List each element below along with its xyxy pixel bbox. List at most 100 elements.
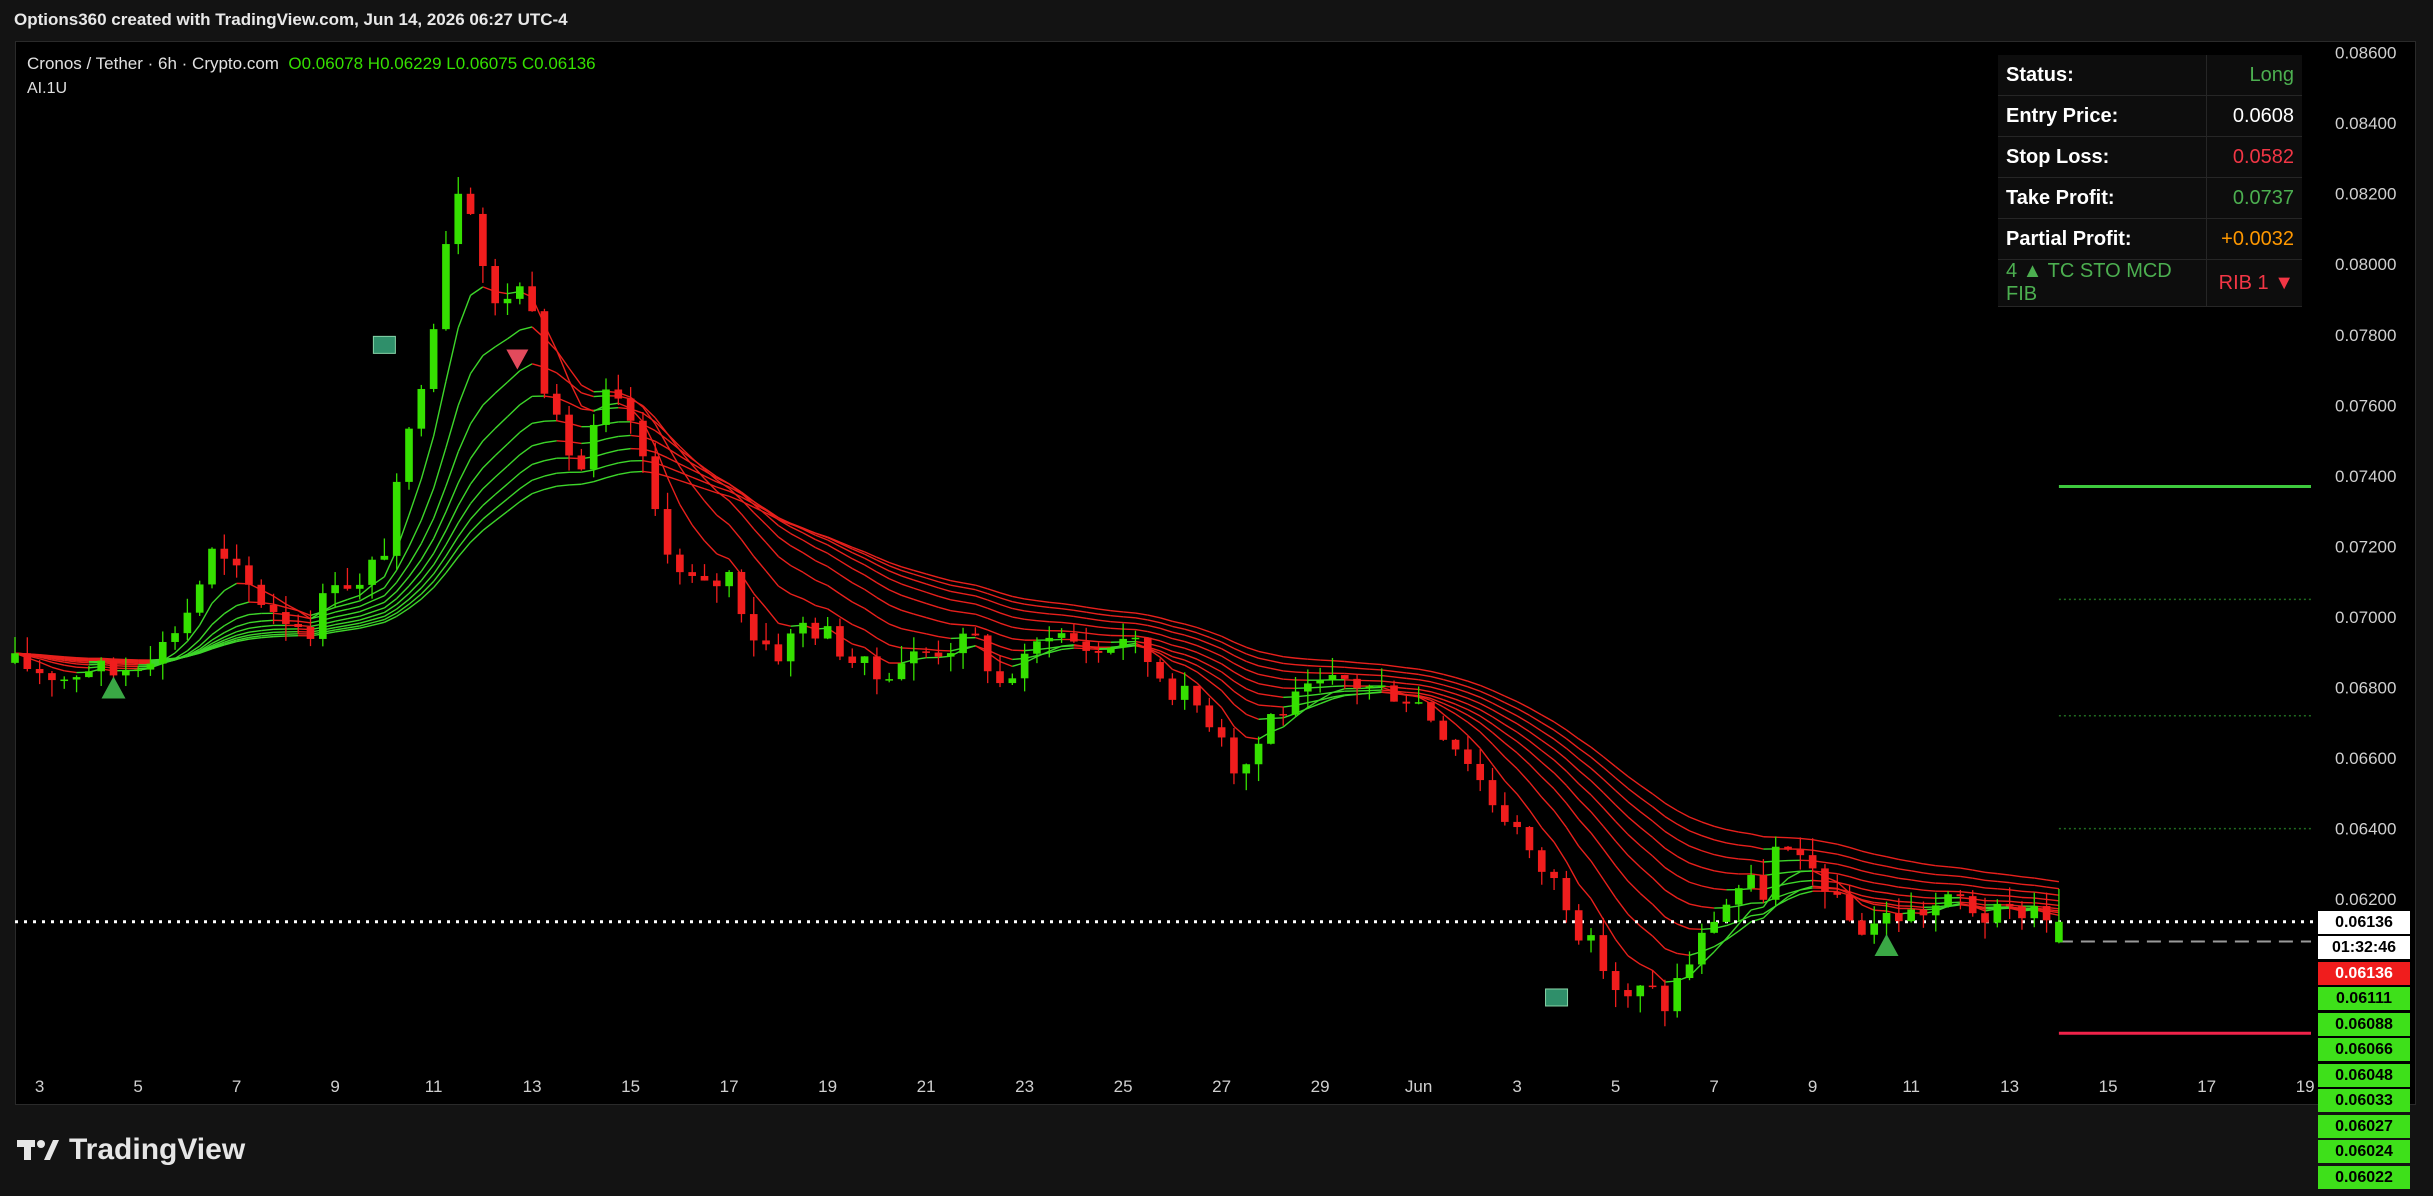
candle-body <box>1143 637 1152 663</box>
ribbon-segment <box>1491 764 1506 782</box>
candle-body <box>1107 647 1115 653</box>
ribbon-segment <box>987 599 1001 606</box>
candle-body <box>35 668 44 674</box>
candle-body <box>589 424 598 470</box>
ribbon-segment <box>999 660 1013 668</box>
ribbon-segment <box>901 628 914 633</box>
ribbon-segment <box>913 569 927 575</box>
ribbon-segment <box>371 611 385 617</box>
ribbon-segment <box>1246 713 1259 720</box>
ribbon-segment <box>1159 645 1173 653</box>
candle-body <box>1168 678 1177 700</box>
candle-body <box>454 193 463 245</box>
ribbon-segment <box>839 593 853 603</box>
ribbon-segment <box>1270 685 1284 689</box>
ribbon-segment <box>420 488 435 521</box>
ribbon-segment <box>236 622 250 628</box>
ribbon-segment <box>1208 672 1223 681</box>
ribbon-segment <box>1935 864 1949 868</box>
ribbon-segment <box>371 601 385 608</box>
ribbon-segment <box>1123 628 1136 631</box>
candle-body <box>1821 868 1829 892</box>
candle-body <box>392 481 401 556</box>
candle-body <box>1574 910 1583 941</box>
bar-countdown-tag: 01:32:46 <box>2318 936 2410 960</box>
ribbon-segment <box>1467 735 1481 749</box>
candle-body <box>11 653 19 663</box>
ribbon-segment <box>1430 691 1444 696</box>
ribbon-segment <box>1874 897 1887 901</box>
candle-body <box>355 584 364 589</box>
time-tick-label: 23 <box>1015 1077 1034 1096</box>
ribbon-segment <box>1492 732 1506 744</box>
ribbon-segment <box>1701 850 1715 856</box>
ribbon-segment <box>1012 626 1025 630</box>
ribbon-segment <box>519 326 533 331</box>
candle-body <box>1353 678 1361 689</box>
ribbon-segment <box>1874 890 1887 894</box>
ribbon-segment <box>371 595 385 602</box>
ribbon-segment <box>999 597 1013 603</box>
ribbon-segment <box>839 560 853 570</box>
ribbon-segment <box>1541 827 1555 843</box>
candle-body <box>245 565 253 585</box>
ribbon-segment <box>1627 833 1641 847</box>
ribbon-segment <box>962 601 976 605</box>
ribbon-segment <box>618 434 631 438</box>
ribbon-segment <box>1639 826 1654 838</box>
candle-body <box>479 213 487 267</box>
ribbon-segment <box>1652 877 1666 891</box>
ribbon-segment <box>1467 686 1481 692</box>
ribbon-segment <box>1012 638 1025 641</box>
ribbon-segment <box>1997 894 2010 897</box>
ribbon-segment <box>1565 770 1580 785</box>
ribbon-segment <box>420 436 435 480</box>
ribbon-segment <box>666 477 681 505</box>
ribbon-segment <box>1874 909 1887 912</box>
candle-body <box>983 635 992 672</box>
signal-info-table: Status: Long Entry Price: 0.0608 Stop Lo… <box>1998 55 2302 307</box>
candle-body <box>1796 849 1805 856</box>
tradingview-logo[interactable]: TradingView <box>17 1133 245 1167</box>
ribbon-segment <box>1824 851 1838 855</box>
ribbon-segment <box>531 459 545 466</box>
ribbon-segment <box>889 644 902 649</box>
candle-body <box>1968 896 1977 914</box>
ribbon-segment <box>1750 913 1764 917</box>
ribbon-segment <box>1233 647 1247 655</box>
ribbon-segment <box>371 607 385 613</box>
ribbon-segment <box>1948 874 1961 878</box>
ribbon-segment <box>1504 724 1518 733</box>
candle-body <box>2030 906 2039 919</box>
info-label: Status: <box>1998 55 2207 96</box>
ribbon-segment <box>1467 709 1481 717</box>
ribbon-segment <box>445 556 459 574</box>
ribbon-segment <box>1886 905 1899 910</box>
ribbon-segment <box>1479 702 1493 711</box>
ribbon-segment <box>581 481 594 485</box>
ribbon-segment <box>1172 650 1185 656</box>
ribbon-segment <box>938 635 951 640</box>
time-tick-label: 19 <box>2296 1077 2315 1096</box>
ribbon-segment <box>2034 891 2047 895</box>
ribbon-segment <box>1639 797 1653 808</box>
candle-body <box>1722 904 1731 922</box>
candle-body <box>922 651 930 653</box>
candle-body <box>1008 678 1017 684</box>
ribbon-segment <box>1553 721 1567 731</box>
candle-body <box>934 652 943 657</box>
ribbon-segment <box>728 524 742 541</box>
ribbon-segment <box>901 647 914 650</box>
ribbon-segment <box>901 575 915 581</box>
ribbon-segment <box>1874 872 1887 877</box>
ribbon-segment <box>1590 898 1604 920</box>
ribbon-segment <box>1123 616 1136 619</box>
candle-body <box>614 389 623 399</box>
ribbon-segment <box>913 647 927 650</box>
price-tick-label: 0.07000 <box>2335 608 2396 627</box>
ribbon-segment <box>494 483 508 496</box>
candle-body <box>1279 714 1288 716</box>
candle-body <box>1316 680 1324 684</box>
ribbon-segment <box>507 404 521 418</box>
ribbon-segment <box>556 471 570 474</box>
